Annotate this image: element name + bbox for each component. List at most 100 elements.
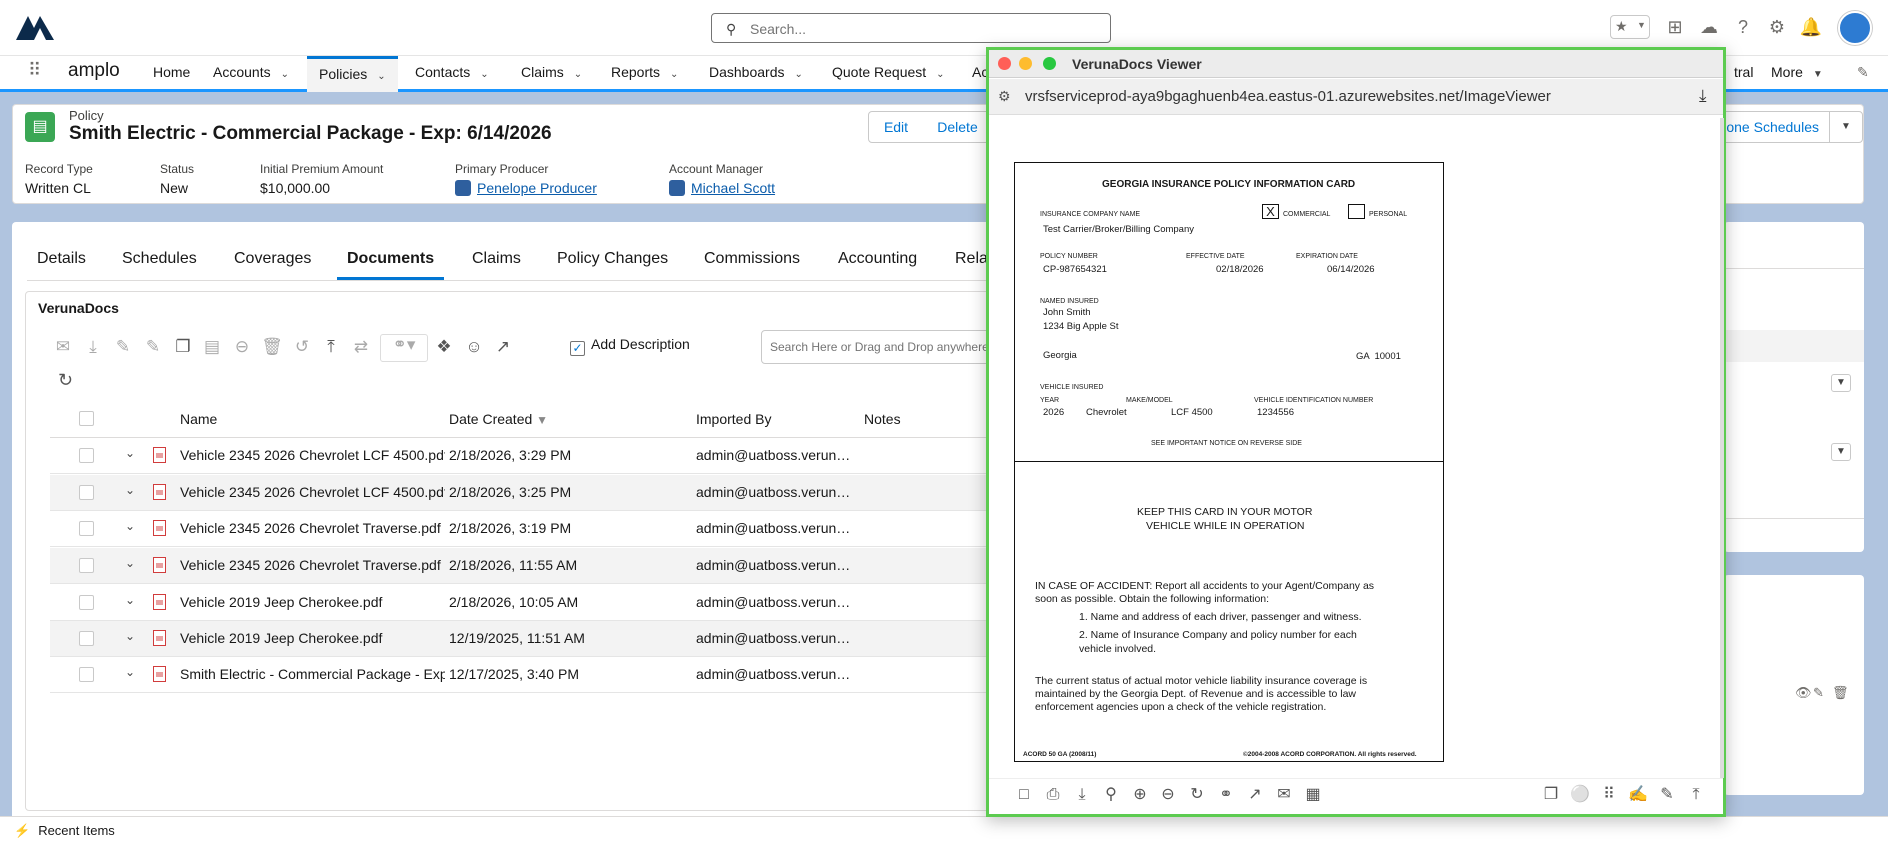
amplo-logo[interactable] [14, 12, 56, 42]
toggle-icon[interactable]: ⚪ [1569, 784, 1591, 806]
producer-link[interactable]: Penelope Producer [477, 180, 597, 196]
history-icon[interactable]: ↺ [291, 337, 313, 359]
tab-details[interactable]: Details [37, 250, 86, 268]
external-link-icon[interactable]: ↗ [1244, 784, 1266, 806]
recent-items-button[interactable]: ⚡ Recent Items [14, 823, 115, 839]
more-actions-chevron-icon[interactable]: ▼ [1829, 111, 1863, 143]
file-icon[interactable]: □ [1013, 784, 1035, 806]
link-dropdown-icon[interactable]: ⚭▾ [380, 334, 428, 362]
filter-icon[interactable]: ▼ [536, 413, 548, 427]
delete-button[interactable]: Delete [923, 111, 993, 143]
chevron-down-icon[interactable]: ⌄ [125, 629, 135, 643]
table-row[interactable]: ⌄ Vehicle 2345 2026 Chevrolet Traverse.p… [50, 548, 1012, 584]
chevron-down-icon[interactable]: ⌄ [125, 446, 135, 460]
email-icon[interactable]: ✉ [1273, 784, 1295, 806]
nav-claims[interactable]: Claims ⌄ [509, 56, 594, 92]
column-header-notes[interactable]: Notes [864, 411, 901, 427]
trash-icon[interactable]: 🗑 [261, 337, 283, 359]
chevron-down-icon[interactable]: ⌄ [281, 69, 289, 80]
layout-icon[interactable]: ▦ [1302, 784, 1324, 806]
chevron-down-icon[interactable]: ⌄ [795, 69, 803, 80]
file-transfer-icon[interactable]: ⇄ [350, 337, 372, 359]
field-primary-producer[interactable]: Penelope Producer [455, 180, 597, 196]
apps-icon[interactable]: ⠿ [1598, 784, 1620, 806]
archive-icon[interactable]: ▤ [201, 337, 223, 359]
column-header-name[interactable]: Name [180, 411, 217, 427]
eye-icon[interactable]: 👁 [1795, 685, 1812, 701]
edit-icon[interactable]: ✎ [142, 337, 164, 359]
upload-icon[interactable]: ⤒ [320, 337, 342, 359]
chevron-down-icon[interactable]: ⌄ [125, 519, 135, 533]
row-checkbox[interactable] [79, 558, 94, 573]
viewer-scrollbar[interactable] [1720, 118, 1724, 778]
chevron-down-icon[interactable]: ⌄ [377, 71, 385, 82]
download-icon[interactable]: ⤓ [82, 337, 104, 359]
tab-schedules[interactable]: Schedules [122, 250, 197, 268]
site-settings-icon[interactable]: ⚙ [998, 88, 1011, 105]
maximize-window-button[interactable] [1043, 57, 1056, 70]
table-row[interactable]: ⌄ Vehicle 2345 2026 Chevrolet LCF 4500.p… [50, 438, 1012, 474]
row-checkbox[interactable] [79, 448, 94, 463]
users-icon[interactable]: ☺ [463, 337, 485, 359]
external-link-icon[interactable]: ↗ [492, 337, 514, 359]
row-checkbox[interactable] [79, 521, 94, 536]
row-name[interactable]: Vehicle 2345 2026 Chevrolet LCF 4500.pdf [180, 484, 445, 500]
sign-icon[interactable]: ✍ [1627, 784, 1649, 806]
pencil-icon[interactable]: ✎ [1813, 685, 1824, 701]
print-icon[interactable]: ⎙ [1042, 784, 1064, 806]
tab-documents[interactable]: Documents [337, 250, 445, 280]
table-row[interactable]: ⌄ Smith Electric - Commercial Package - … [50, 657, 1012, 693]
download-icon[interactable]: ⤓ [1071, 784, 1093, 806]
row-name[interactable]: Smith Electric - Commercial Package - Ex… [180, 666, 445, 682]
tab-coverages[interactable]: Coverages [234, 250, 311, 268]
zoom-out-icon[interactable]: ⊖ [1157, 784, 1179, 806]
row-name[interactable]: Vehicle 2345 2026 Chevrolet LCF 4500.pdf [180, 447, 445, 463]
chevron-down-icon[interactable]: ⌄ [574, 69, 582, 80]
copy-icon[interactable]: ❐ [172, 337, 194, 359]
schedules-button[interactable]: one Schedules [1712, 111, 1830, 143]
chevron-down-icon[interactable]: ⌄ [670, 69, 678, 80]
chevron-down-icon[interactable]: ⌄ [125, 665, 135, 679]
field-account-manager[interactable]: Michael Scott [669, 180, 775, 196]
upload-icon[interactable]: ⤒ [1685, 784, 1707, 806]
gear-icon[interactable]: ⚙ [1764, 14, 1790, 40]
row-checkbox[interactable] [79, 667, 94, 682]
minus-circle-icon[interactable]: ⊖ [231, 337, 253, 359]
nav-policies[interactable]: Policies ⌄ [307, 56, 398, 92]
global-search-input[interactable]: ⚲ Search... [711, 13, 1111, 43]
row-checkbox[interactable] [79, 631, 94, 646]
row-checkbox[interactable] [79, 485, 94, 500]
chevron-down-icon[interactable]: ⌄ [125, 483, 135, 497]
tab-claims[interactable]: Claims [472, 250, 521, 268]
minimize-window-button[interactable] [1019, 57, 1032, 70]
viewer-url[interactable]: vrsfserviceprod-aya9bgaghuenb4ea.eastus-… [1025, 88, 1551, 105]
row-name[interactable]: Vehicle 2345 2026 Chevrolet Traverse.pdf [180, 557, 445, 573]
column-header-date[interactable]: Date Created ▼ [449, 411, 548, 427]
tab-policy-changes[interactable]: Policy Changes [557, 250, 668, 268]
trash-icon[interactable]: 🗑 [1832, 685, 1849, 701]
edit-nav-icon[interactable]: ✎ [1857, 64, 1869, 81]
nav-contacts[interactable]: Contacts ⌄ [403, 56, 501, 92]
link-icon[interactable]: ⚭ [1215, 784, 1237, 806]
download-icon[interactable]: ⤓ [1699, 86, 1707, 106]
nav-home[interactable]: Home [141, 56, 202, 92]
row-name[interactable]: Vehicle 2345 2026 Chevrolet Traverse.pdf [180, 520, 445, 536]
favorites-button[interactable]: ★ ▼ [1610, 15, 1650, 39]
chevron-down-icon[interactable]: ⌄ [125, 593, 135, 607]
row-actions-dropdown[interactable]: ▼ [1831, 443, 1851, 461]
row-name[interactable]: Vehicle 2019 Jeep Cherokee.pdf [180, 630, 445, 646]
tag-icon[interactable]: ❖ [433, 337, 455, 359]
nav-reports[interactable]: Reports ⌄ [599, 56, 690, 92]
document-search-input[interactable]: Search Here or Drag and Drop anywhere [761, 330, 1012, 364]
edit-button[interactable]: Edit [868, 111, 924, 143]
chevron-down-icon[interactable]: ⌄ [936, 69, 944, 80]
row-name[interactable]: Vehicle 2019 Jeep Cherokee.pdf [180, 594, 445, 610]
column-header-imported-by[interactable]: Imported By [696, 411, 771, 427]
nav-more[interactable]: More ▼ [1759, 56, 1835, 92]
table-row[interactable]: ⌄ Vehicle 2019 Jeep Cherokee.pdf 12/19/2… [50, 621, 1012, 657]
user-avatar[interactable] [1838, 11, 1872, 45]
nav-accounts[interactable]: Accounts ⌄ [201, 56, 301, 92]
search-icon[interactable]: ⚲ [1100, 784, 1122, 806]
chevron-down-icon[interactable]: ⌄ [125, 556, 135, 570]
table-row[interactable]: ⌄ Vehicle 2019 Jeep Cherokee.pdf 2/18/20… [50, 585, 1012, 621]
